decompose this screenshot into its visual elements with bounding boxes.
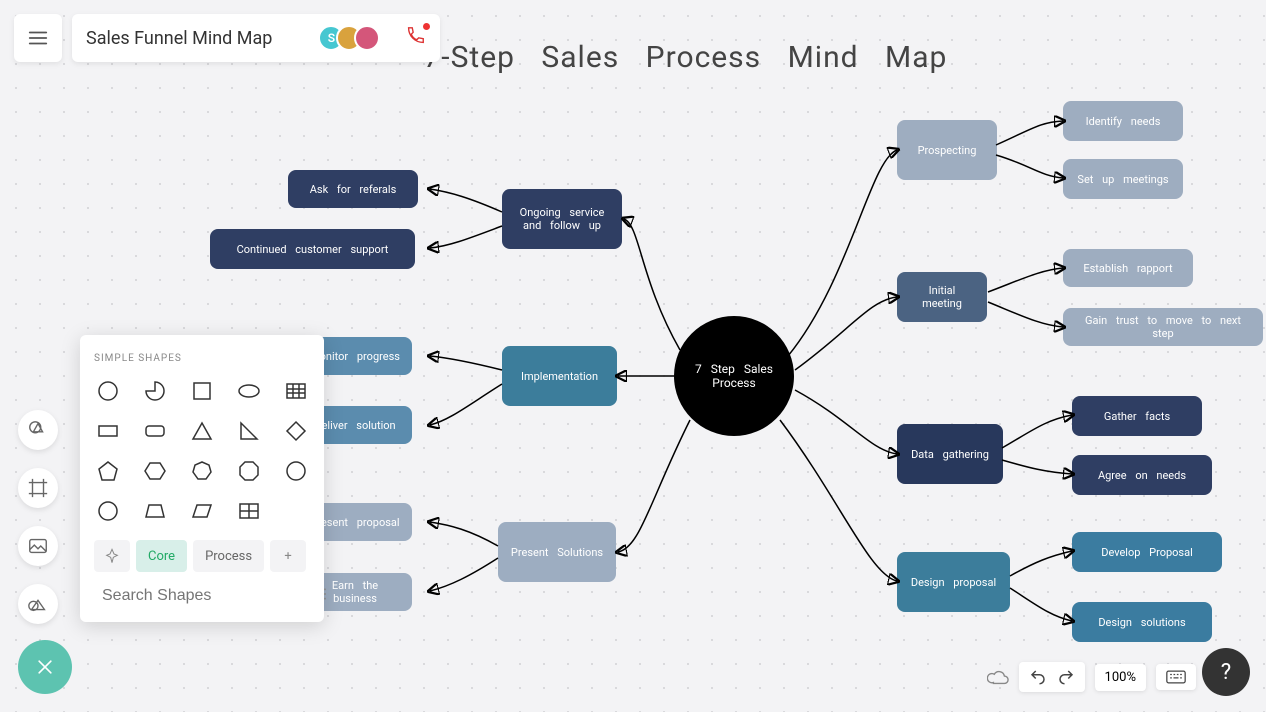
cloud-sync-icon[interactable] xyxy=(987,666,1009,688)
keyboard-icon xyxy=(1166,670,1186,684)
shape-circle[interactable] xyxy=(94,378,123,404)
shape-square[interactable] xyxy=(188,378,217,404)
shape-pentagon[interactable] xyxy=(94,458,123,484)
shape-diamond[interactable] xyxy=(281,418,310,444)
panel-more-button[interactable] xyxy=(317,586,333,606)
add-library-chip[interactable]: + xyxy=(270,540,306,572)
shapes-icon xyxy=(27,419,49,441)
image-icon xyxy=(27,535,49,557)
shape-trapezoid[interactable] xyxy=(141,498,170,524)
shape-grid[interactable] xyxy=(234,498,263,524)
draw-icon xyxy=(27,593,49,615)
shape-table[interactable] xyxy=(281,378,310,404)
shape-search-input[interactable] xyxy=(102,587,309,605)
frame-tool-button[interactable] xyxy=(18,468,58,508)
shapes-panel: SIMPLE SHAPES Core Process + xyxy=(80,335,324,622)
collaborator-avatars[interactable]: S xyxy=(326,25,380,51)
shape-hexagon[interactable] xyxy=(141,458,170,484)
notification-dot xyxy=(423,23,430,30)
shape-decagon[interactable] xyxy=(94,498,123,524)
zoom-value: 100% xyxy=(1105,670,1136,685)
keyboard-shortcuts-button[interactable] xyxy=(1156,664,1196,690)
shape-parallelogram[interactable] xyxy=(188,498,217,524)
shape-heptagon[interactable] xyxy=(188,458,217,484)
shape-octagon[interactable] xyxy=(234,458,263,484)
document-title: Sales Funnel Mind Map xyxy=(86,28,272,49)
close-panel-button[interactable] xyxy=(18,640,72,694)
shape-grid xyxy=(94,378,310,524)
library-chip-core[interactable]: Core xyxy=(136,540,187,572)
hamburger-icon xyxy=(27,27,49,49)
call-button[interactable] xyxy=(404,25,426,51)
document-title-card[interactable]: Sales Funnel Mind Map S xyxy=(72,14,440,62)
canvas-title: 7-Step Sales Process Mind Map xyxy=(423,40,947,75)
main-menu-button[interactable] xyxy=(14,14,62,62)
shape-rounded-rect[interactable] xyxy=(141,418,170,444)
mindmap-root[interactable]: 7 Step Sales Process xyxy=(674,316,794,436)
zoom-display[interactable]: 100% xyxy=(1095,664,1146,691)
shape-rectangle[interactable] xyxy=(94,418,123,444)
kebab-icon xyxy=(317,586,333,602)
help-button[interactable]: ? xyxy=(1202,648,1250,696)
undo-redo-group xyxy=(1019,662,1085,692)
frame-icon xyxy=(27,477,49,499)
library-chip-process[interactable]: Process xyxy=(193,540,264,572)
draw-tool-button[interactable] xyxy=(18,584,58,624)
image-tool-button[interactable] xyxy=(18,526,58,566)
shapes-panel-header: SIMPLE SHAPES xyxy=(94,353,310,364)
shape-triangle[interactable] xyxy=(188,418,217,444)
shape-right-triangle[interactable] xyxy=(234,418,263,444)
shape-nonagon[interactable] xyxy=(281,458,310,484)
pin-chip[interactable] xyxy=(94,540,130,572)
pin-icon xyxy=(104,548,120,564)
close-icon xyxy=(35,657,55,677)
shapes-tool-button[interactable] xyxy=(18,410,58,450)
redo-button[interactable] xyxy=(1057,668,1075,686)
undo-button[interactable] xyxy=(1029,668,1047,686)
avatar[interactable] xyxy=(354,25,380,51)
shape-ellipse[interactable] xyxy=(234,378,263,404)
shape-pie[interactable] xyxy=(141,378,170,404)
